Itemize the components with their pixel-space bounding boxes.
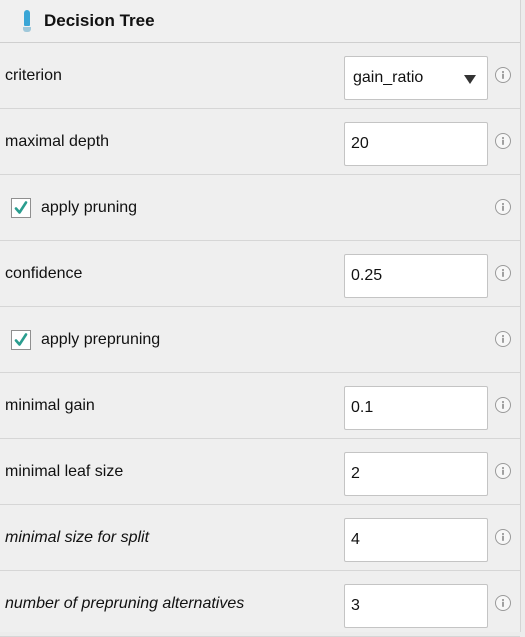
apply-prepruning-checkbox[interactable]	[11, 329, 31, 350]
operator-header: Decision Tree	[0, 0, 520, 43]
info-icon[interactable]	[495, 529, 511, 545]
chevron-down-icon[interactable]	[464, 75, 476, 84]
apply-prepruning-checkbox-wrap[interactable]: apply prepruning	[11, 329, 161, 350]
checkmark-icon	[14, 200, 28, 214]
param-label-maximal-depth: maximal depth	[5, 132, 110, 150]
param-label-number-of-prepruning-alternatives: number of prepruning alternatives	[5, 594, 245, 612]
minimal-size-for-split-value: 4	[351, 531, 360, 548]
decision-tree-icon	[20, 8, 34, 34]
info-icon[interactable]	[495, 199, 511, 215]
param-row-minimal-leaf-size: minimal leaf size 2	[0, 439, 520, 505]
parameters-panel: Decision Tree criterion gain_ratio maxim…	[0, 0, 521, 637]
param-row-maximal-depth: maximal depth 20	[0, 109, 520, 175]
checkmark-icon	[14, 332, 28, 346]
minimal-gain-input[interactable]: 0.1	[344, 386, 488, 430]
param-row-minimal-gain: minimal gain 0.1	[0, 373, 520, 439]
minimal-gain-value: 0.1	[351, 399, 374, 416]
number-of-prepruning-alternatives-value: 3	[351, 597, 360, 614]
param-label-criterion: criterion	[5, 66, 62, 84]
info-icon[interactable]	[495, 397, 511, 413]
confidence-value: 0.25	[351, 267, 383, 284]
param-row-confidence: confidence 0.25	[0, 241, 520, 307]
criterion-select[interactable]: gain_ratio	[344, 56, 488, 100]
apply-pruning-label: apply pruning	[41, 198, 138, 216]
info-icon[interactable]	[495, 265, 511, 281]
info-icon[interactable]	[495, 133, 511, 149]
apply-pruning-checkbox[interactable]	[11, 197, 31, 218]
maximal-depth-value: 20	[351, 135, 369, 152]
info-icon[interactable]	[495, 67, 511, 83]
param-label-minimal-leaf-size: minimal leaf size	[5, 462, 124, 480]
maximal-depth-input[interactable]: 20	[344, 122, 488, 166]
info-icon[interactable]	[495, 463, 511, 479]
info-icon[interactable]	[495, 595, 511, 611]
param-row-apply-pruning: apply pruning	[0, 175, 520, 241]
confidence-input[interactable]: 0.25	[344, 254, 488, 298]
info-icon[interactable]	[495, 331, 511, 347]
minimal-size-for-split-input[interactable]: 4	[344, 518, 488, 562]
operator-title: Decision Tree	[44, 11, 155, 30]
apply-prepruning-label: apply prepruning	[41, 330, 161, 348]
minimal-leaf-size-input[interactable]: 2	[344, 452, 488, 496]
apply-pruning-checkbox-wrap[interactable]: apply pruning	[11, 197, 138, 218]
param-label-confidence: confidence	[5, 264, 83, 282]
param-row-criterion: criterion gain_ratio	[0, 43, 520, 109]
param-label-minimal-size-for-split: minimal size for split	[5, 528, 150, 546]
param-row-apply-prepruning: apply prepruning	[0, 307, 520, 373]
param-label-minimal-gain: minimal gain	[5, 396, 95, 414]
criterion-select-value: gain_ratio	[353, 69, 424, 86]
param-row-minimal-size-for-split: minimal size for split 4	[0, 505, 520, 571]
number-of-prepruning-alternatives-input[interactable]: 3	[344, 584, 488, 628]
minimal-leaf-size-value: 2	[351, 465, 360, 482]
param-row-number-of-prepruning-alternatives: number of prepruning alternatives 3	[0, 571, 520, 637]
